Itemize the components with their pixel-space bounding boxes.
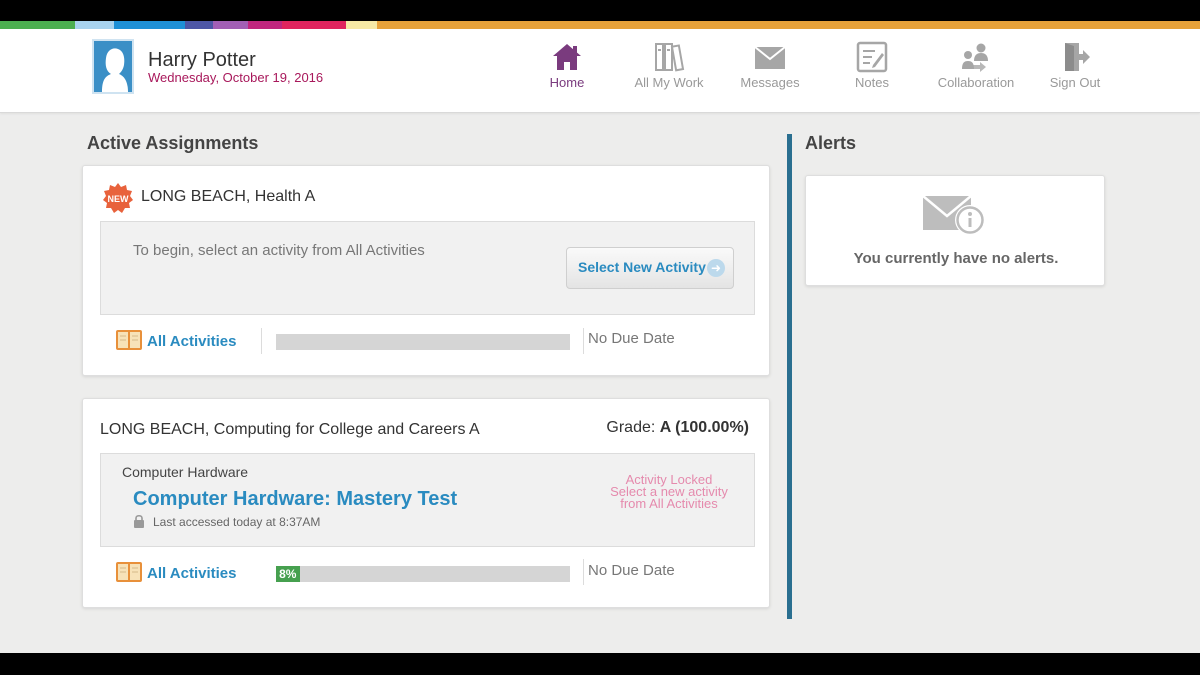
books-icon bbox=[655, 43, 685, 72]
divider bbox=[261, 328, 262, 354]
due-date: No Due Date bbox=[588, 562, 675, 579]
exit-door-icon bbox=[1065, 43, 1090, 71]
new-badge-icon: NEW bbox=[103, 183, 133, 213]
notepad-icon bbox=[856, 41, 888, 73]
strip-segment bbox=[114, 21, 185, 29]
new-badge-label: NEW bbox=[108, 194, 130, 204]
begin-hint: To begin, select an activity from All Ac… bbox=[133, 242, 425, 259]
strip-segment bbox=[248, 21, 283, 29]
progress-fill: 8% bbox=[276, 566, 300, 582]
open-book-icon bbox=[116, 562, 142, 582]
progress-bar: 8% bbox=[276, 566, 570, 582]
brand-color-strip bbox=[0, 21, 1200, 29]
user-name: Harry Potter bbox=[148, 49, 256, 71]
select-new-activity-label: Select New Activity bbox=[578, 259, 706, 275]
top-header: Harry Potter Wednesday, October 19, 2016… bbox=[0, 29, 1200, 113]
nav-all-my-work[interactable]: All My Work bbox=[619, 41, 719, 101]
grade: Grade: A (100.00%) bbox=[606, 419, 749, 437]
arrow-right-icon: ➜ bbox=[707, 259, 725, 277]
letterbox-top bbox=[0, 0, 1200, 21]
strip-segment bbox=[75, 21, 115, 29]
nav-collaboration[interactable]: Collaboration bbox=[926, 41, 1026, 101]
nav-label: Collaboration bbox=[937, 75, 1015, 90]
progress-bar bbox=[276, 334, 570, 350]
all-activities-link[interactable]: All Activities bbox=[147, 333, 236, 350]
assignment-card-health: NEW LONG BEACH, Health A To begin, selec… bbox=[82, 165, 770, 376]
strip-segment bbox=[376, 21, 1200, 29]
strip-segment bbox=[345, 21, 377, 29]
grade-value: A (100.00%) bbox=[659, 419, 749, 436]
nav-sign-out[interactable]: Sign Out bbox=[1025, 41, 1125, 101]
divider bbox=[583, 559, 584, 585]
strip-segment bbox=[282, 21, 346, 29]
avatar-silhouette-icon bbox=[94, 41, 132, 92]
locked-line: from All Activities bbox=[620, 496, 718, 511]
due-date: No Due Date bbox=[588, 330, 675, 347]
nav-label: Home bbox=[549, 75, 585, 90]
no-alerts-message: You currently have no alerts. bbox=[853, 250, 1059, 267]
alerts-card: You currently have no alerts. bbox=[805, 175, 1105, 286]
letterbox-bottom bbox=[0, 653, 1200, 675]
activity-prompt-box: To begin, select an activity from All Ac… bbox=[100, 221, 755, 315]
home-icon bbox=[553, 44, 581, 70]
assignment-card-computing: LONG BEACH, Computing for College and Ca… bbox=[82, 398, 770, 608]
strip-segment bbox=[184, 21, 213, 29]
open-book-icon bbox=[116, 330, 142, 350]
envelope-icon bbox=[754, 46, 786, 69]
nav-label: Sign Out bbox=[1049, 75, 1101, 90]
current-activity-box: Computer Hardware Computer Hardware: Mas… bbox=[100, 453, 755, 547]
nav-label: Messages bbox=[740, 75, 800, 90]
app-body: Harry Potter Wednesday, October 19, 2016… bbox=[0, 29, 1200, 653]
course-title: LONG BEACH, Computing for College and Ca… bbox=[100, 421, 480, 438]
select-new-activity-button[interactable]: Select New Activity ➜ bbox=[566, 247, 734, 289]
activity-locked-note: Activity Locked Select a new activity fr… bbox=[589, 473, 749, 511]
people-icon bbox=[962, 43, 988, 72]
nav-label: Notes bbox=[855, 75, 889, 90]
avatar[interactable] bbox=[92, 39, 134, 94]
strip-segment bbox=[0, 21, 75, 29]
current-date: Wednesday, October 19, 2016 bbox=[148, 70, 324, 85]
alerts-title: Alerts bbox=[805, 133, 857, 153]
nav-notes[interactable]: Notes bbox=[822, 41, 922, 101]
lock-icon bbox=[134, 514, 144, 528]
divider bbox=[583, 328, 584, 354]
nav-home[interactable]: Home bbox=[517, 41, 617, 101]
nav-label: All My Work bbox=[634, 75, 704, 90]
active-assignments-title: Active Assignments bbox=[87, 133, 259, 153]
all-activities-link[interactable]: All Activities bbox=[147, 565, 236, 582]
course-title: LONG BEACH, Health A bbox=[141, 188, 316, 205]
last-accessed: Last accessed today at 8:37AM bbox=[153, 515, 321, 529]
grade-label: Grade: bbox=[606, 419, 656, 436]
activity-link[interactable]: Computer Hardware: Mastery Test bbox=[133, 488, 457, 511]
nav-messages[interactable]: Messages bbox=[720, 41, 820, 101]
strip-segment bbox=[212, 21, 249, 29]
envelope-info-icon bbox=[922, 195, 985, 235]
activity-topic: Computer Hardware bbox=[122, 464, 249, 480]
column-divider bbox=[787, 134, 792, 619]
